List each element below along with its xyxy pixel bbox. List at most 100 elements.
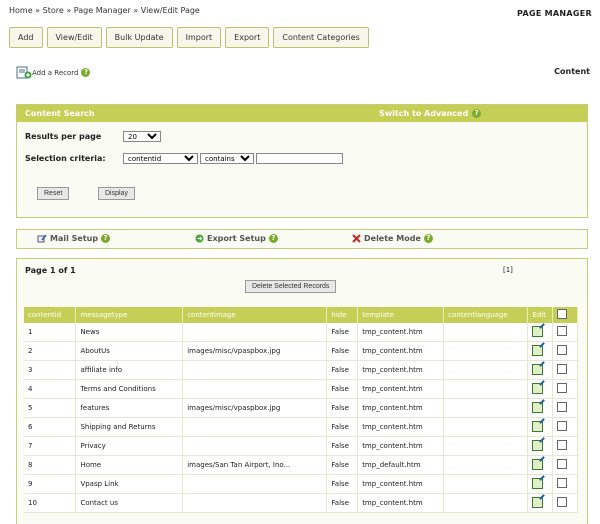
row-checkbox[interactable] [557, 364, 568, 374]
table-row: 9 Vpasp Link False tmp_content.htm [24, 474, 578, 494]
tab-bulk-update[interactable]: Bulk Update [105, 27, 173, 48]
edit-icon[interactable] [532, 496, 544, 508]
column-header[interactable]: template [357, 307, 445, 323]
row-checkbox[interactable] [557, 497, 568, 507]
breadcrumb-separator: » [35, 6, 41, 15]
help-icon[interactable]: ? [101, 234, 111, 243]
edit-icon[interactable] [532, 363, 544, 375]
page-indicator: Page 1 of 1 [25, 266, 76, 275]
cell-select [552, 323, 578, 342]
cell-hide: False [326, 436, 359, 456]
cell-select [552, 341, 578, 361]
column-header[interactable]: messagetype [75, 307, 184, 323]
row-checkbox[interactable] [557, 402, 568, 412]
cell-image: images/misc/vpaspbox.jpg [182, 341, 328, 361]
cell-select [552, 436, 578, 456]
column-header[interactable]: contentid [24, 307, 77, 323]
tab-import[interactable]: Import [176, 27, 222, 48]
edit-icon[interactable] [532, 325, 544, 337]
row-checkbox[interactable] [557, 421, 568, 431]
cell-edit [527, 398, 554, 418]
help-icon[interactable]: ? [81, 68, 91, 77]
criteria-field-select[interactable]: contentid [123, 153, 198, 164]
mail-setup-link[interactable]: Mail Setup ? [37, 234, 111, 243]
edit-icon[interactable] [532, 344, 544, 356]
cell-hide: False [326, 341, 359, 361]
table-row: 7 Privacy False tmp_content.htm [24, 436, 578, 456]
help-icon[interactable]: ? [472, 109, 482, 118]
select-all-checkbox[interactable] [557, 309, 568, 319]
cell-type: features [75, 398, 184, 418]
row-checkbox[interactable] [557, 478, 568, 488]
edit-icon[interactable] [532, 439, 544, 451]
cell-select [552, 360, 578, 380]
breadcrumb-store[interactable]: Store [43, 6, 64, 15]
tab-export[interactable]: Export [225, 27, 270, 48]
edit-icon[interactable] [532, 401, 544, 413]
column-header[interactable]: contentlanguage [443, 307, 529, 323]
cell-select [552, 398, 578, 418]
help-icon[interactable]: ? [423, 234, 433, 243]
cell-type: Contact us [75, 493, 184, 513]
breadcrumb-current[interactable]: View/Edit Page [141, 6, 200, 15]
export-setup-link[interactable]: Export Setup ? [195, 234, 278, 243]
page-link[interactable]: [1] [503, 266, 513, 274]
row-checkbox[interactable] [557, 383, 568, 393]
breadcrumb-separator: » [66, 6, 72, 15]
criteria-operator-select[interactable]: contains [200, 153, 254, 164]
add-record-link[interactable]: Add a Record ? [16, 66, 91, 79]
cell-id: 3 [24, 360, 77, 380]
cell-select [552, 455, 578, 475]
edit-icon[interactable] [532, 382, 544, 394]
row-checkbox[interactable] [557, 459, 568, 469]
tab-content-categories[interactable]: Content Categories [273, 27, 369, 48]
table-row: 2 AboutUs images/misc/vpaspbox.jpg False… [24, 341, 578, 361]
cell-language [443, 493, 529, 513]
delete-mode-link[interactable]: Delete Mode ? [352, 234, 433, 243]
breadcrumb-home[interactable]: Home [9, 6, 33, 15]
cell-hide: False [326, 398, 359, 418]
tab-view-edit[interactable]: View/Edit [46, 27, 102, 48]
cell-language [443, 323, 529, 342]
switch-to-advanced-link[interactable]: Switch to Advanced ? [379, 109, 482, 118]
cell-id: 8 [24, 455, 77, 475]
table-row: 4 Terms and Conditions False tmp_content… [24, 379, 578, 399]
tab-add[interactable]: Add [9, 27, 43, 48]
delete-selected-button[interactable]: Delete Selected Records [245, 280, 337, 293]
cell-id: 5 [24, 398, 77, 418]
cell-edit [527, 436, 554, 456]
edit-icon[interactable] [532, 477, 544, 489]
cell-type: AboutUs [75, 341, 184, 361]
display-button[interactable]: Display [98, 187, 135, 200]
cell-type: News [75, 323, 184, 342]
table-row: 1 News False tmp_content.htm [24, 323, 578, 342]
criteria-value-input[interactable] [256, 153, 343, 164]
edit-icon[interactable] [532, 458, 544, 470]
row-checkbox[interactable] [557, 326, 568, 336]
reset-button[interactable]: Reset [37, 187, 70, 200]
cell-image: images/San Tan Airport, Ino... [182, 455, 328, 475]
cell-edit [527, 493, 554, 513]
table-row: 10 Contact us False tmp_content.htm [24, 493, 578, 513]
cell-type: Home [75, 455, 184, 475]
table-row: 5 features images/misc/vpaspbox.jpg Fals… [24, 398, 578, 418]
delete-mode-label: Delete Mode [364, 234, 421, 243]
row-checkbox[interactable] [557, 440, 568, 450]
column-header[interactable]: contentimage [182, 307, 328, 323]
cell-id: 7 [24, 436, 77, 456]
results-per-page-select[interactable]: 20 [123, 131, 161, 142]
cell-image [182, 323, 328, 342]
help-icon[interactable]: ? [268, 234, 278, 243]
cell-type: Vpasp Link [75, 474, 184, 494]
search-header [17, 105, 587, 122]
breadcrumb-page-manager[interactable]: Page Manager [74, 6, 131, 15]
delete-icon [352, 234, 361, 243]
cell-hide: False [326, 417, 359, 437]
setup-bar: Mail Setup ? Export Setup ? Delete Mode … [16, 229, 588, 249]
cell-id: 2 [24, 341, 77, 361]
edit-icon[interactable] [532, 420, 544, 432]
cell-template: tmp_content.htm [357, 417, 445, 437]
cell-type: Shipping and Returns [75, 417, 184, 437]
column-header[interactable]: hide [326, 307, 359, 323]
row-checkbox[interactable] [557, 345, 568, 355]
